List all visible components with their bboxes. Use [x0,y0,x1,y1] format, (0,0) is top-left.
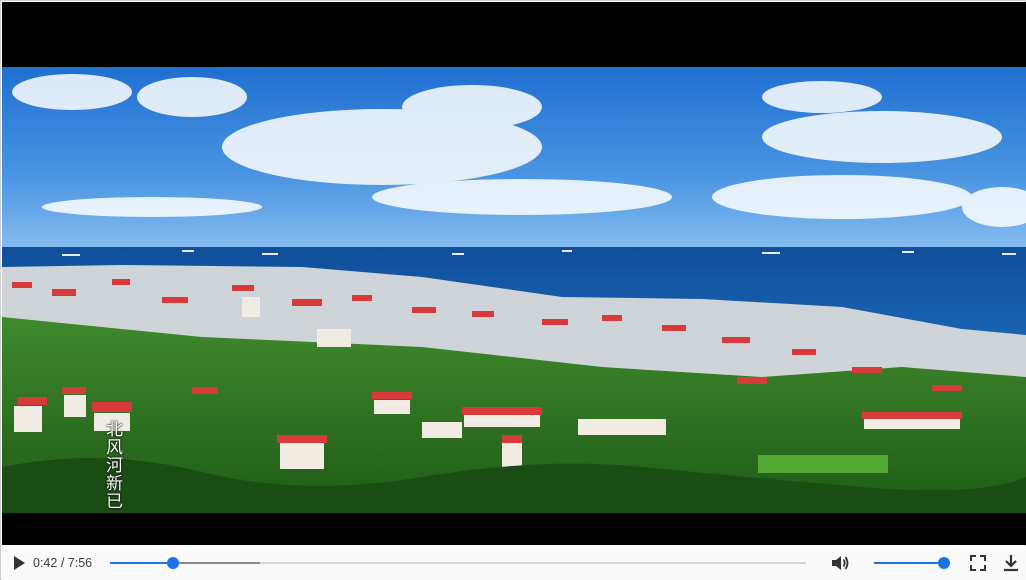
seek-progress [110,562,173,564]
volume-slider[interactable] [874,557,950,569]
seek-thumb[interactable] [166,557,179,569]
video-frame [2,67,1026,513]
current-time: 0:42 [33,556,58,570]
fullscreen-icon [970,555,986,571]
download-icon [1004,555,1018,572]
seek-slider[interactable] [110,557,806,569]
time-display: 0:42 / 7:56 [33,554,92,572]
play-button[interactable] [10,554,28,572]
download-button[interactable] [1000,552,1022,574]
mute-button[interactable] [829,552,851,574]
coastal-city-scene [2,67,1026,513]
fullscreen-button[interactable] [968,553,988,573]
volume-icon [832,556,849,570]
video-viewport[interactable]: 北风河新已 [2,2,1026,545]
video-subtitle: 北风河新已 [102,420,122,510]
volume-thumb[interactable] [938,557,950,569]
time-separator: / [57,556,68,570]
volume-level [874,562,944,564]
duration: 7:56 [67,556,93,570]
video-player: 北风河新已 0:42 / 7:56 [0,0,1026,580]
play-icon [14,556,25,570]
control-bar: 0:42 / 7:56 [2,546,1026,580]
